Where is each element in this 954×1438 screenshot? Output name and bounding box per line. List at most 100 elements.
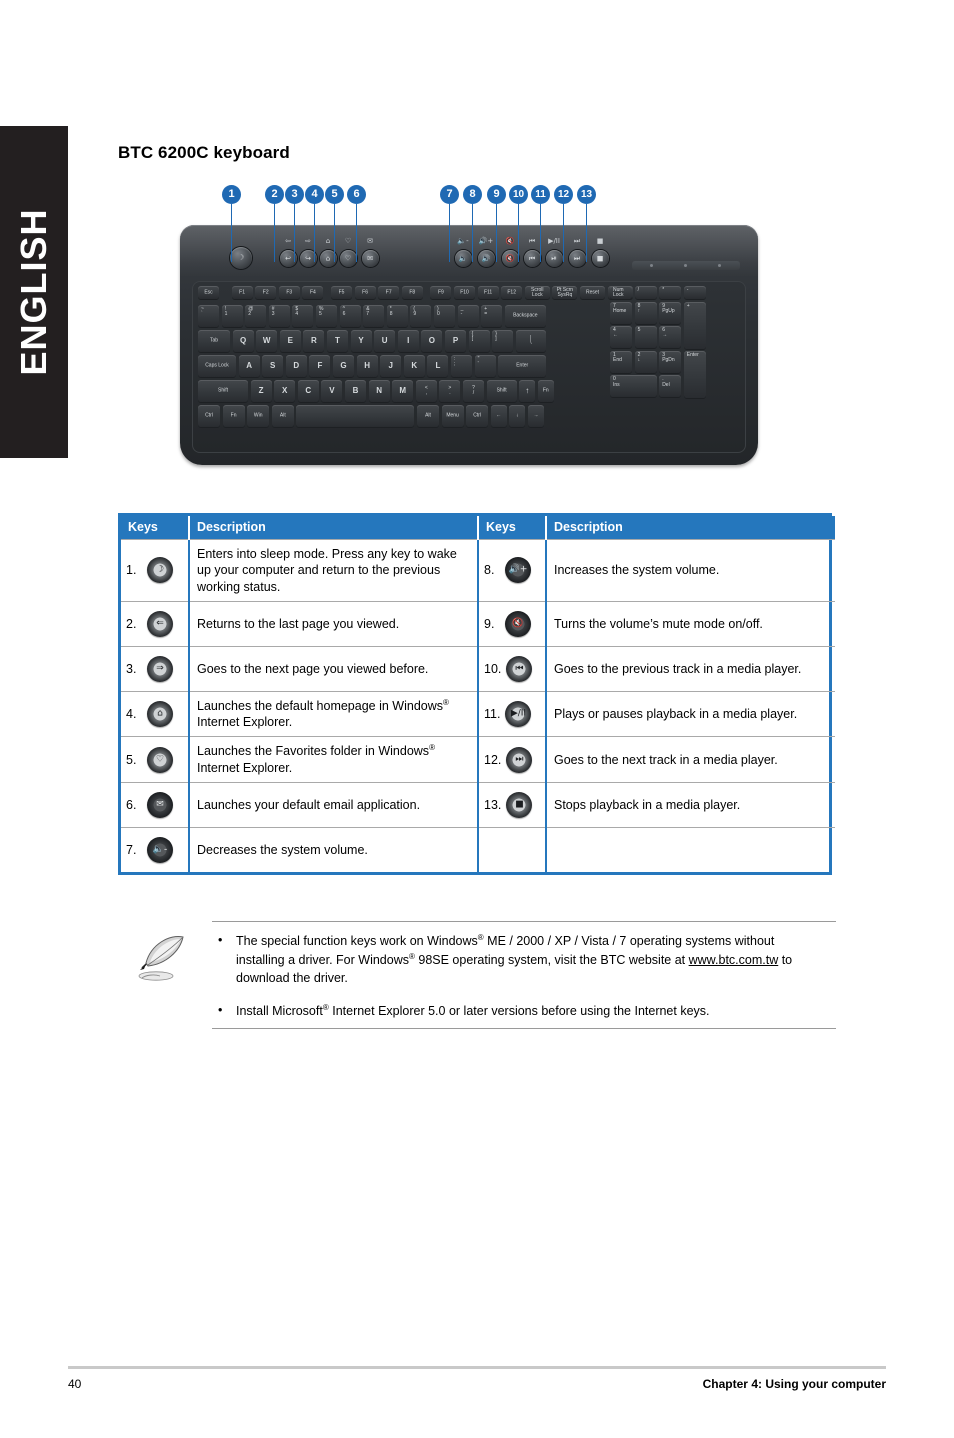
keycap-R[interactable]: R [303,330,325,352]
numpad-key-+[interactable]: + [683,301,706,349]
numpad-key-8-↑[interactable]: 8 ↑ [634,301,657,324]
keycap-?-/[interactable]: ? / [463,380,484,402]
keycap-U[interactable]: U [374,330,396,352]
keycap-}-][interactable]: } ] [492,330,514,352]
keyboard-hotkey-9[interactable]: 🔇 [501,250,519,267]
keycap-T[interactable]: T [327,330,348,352]
keycap-↓[interactable]: ↓ [509,405,526,427]
keyboard-hotkey-6[interactable]: ✉ [361,250,379,267]
keyboard-hotkey-1[interactable]: ☽ [230,247,252,269]
keycap-~-`[interactable]: ~ ` [198,305,219,327]
keycap-I[interactable]: I [397,330,419,352]
keycap-F1[interactable]: F1 [231,286,253,299]
keycap-Pt Scrn-SysRq[interactable]: Pt Scrn SysRq [552,286,578,299]
keycap-Alt[interactable]: Alt [417,405,439,427]
keycap-_--[interactable]: _ - [457,305,479,327]
keycap-Tab[interactable]: Tab [198,330,230,352]
numpad-key--[interactable]: - [683,286,706,299]
keycap-A[interactable]: A [238,355,260,377]
keycap-Y[interactable]: Y [350,330,372,352]
keycap-F3[interactable]: F3 [278,286,300,299]
numpad-key-*[interactable]: * [659,286,682,299]
numpad-key-Enter[interactable]: Enter [683,350,706,398]
keycap-Menu[interactable]: Menu [441,405,464,427]
keycap-*-8[interactable]: * 8 [386,305,408,327]
keycap-F2[interactable]: F2 [255,286,277,299]
keycap-F4[interactable]: F4 [302,286,324,299]
keycap-N[interactable]: N [368,380,390,402]
keyboard-hotkey-10[interactable]: ⏮ [523,250,541,267]
numpad-key-6-→[interactable]: 6 → [659,326,682,349]
numpad-key-5[interactable]: 5 [634,326,657,349]
keycap-K[interactable]: K [403,355,425,377]
keycap-:-;[interactable]: : ; [451,355,472,377]
keycap-|-\[interactable]: | \ [515,330,546,352]
keycap-Fn[interactable]: Fn [537,380,554,402]
numpad-key-7-Home[interactable]: 7 Home [610,301,632,324]
keycap-^-6[interactable]: ^ 6 [339,305,361,327]
keycap-+-=[interactable]: + = [481,305,503,327]
keycap-O[interactable]: O [421,330,443,352]
keycap-F7[interactable]: F7 [378,286,400,299]
numpad-key-9-PgUp[interactable]: 9 PgUp [659,301,682,324]
keycap-M[interactable]: M [392,380,414,402]
keycap-P[interactable]: P [445,330,466,352]
keycap-"-'[interactable]: " ' [474,355,496,377]
keycap-<-,[interactable]: < , [415,380,437,402]
keycap-Reset[interactable]: Reset [580,286,605,299]
keycap-Alt[interactable]: Alt [271,405,294,427]
btc-website-link[interactable]: www.btc.com.tw [689,953,779,967]
keycap-↑[interactable]: ↑ [519,380,536,402]
keycap-Q[interactable]: Q [232,330,254,352]
keycap-Win[interactable]: Win [247,405,270,427]
keycap-B[interactable]: B [345,380,366,402]
keycap-Shift[interactable]: Shift [198,380,248,402]
keycap-Esc[interactable]: Esc [198,286,219,299]
numpad-key-0-Ins[interactable]: 0 Ins [610,375,657,398]
keyboard-hotkey-11[interactable]: ⏯ [545,250,563,267]
keycap-F12[interactable]: F12 [501,286,523,299]
keycap-$-4[interactable]: $ 4 [292,305,314,327]
keycap-@-2[interactable]: @ 2 [245,305,267,327]
keyboard-hotkey-5[interactable]: ♡ [339,250,357,267]
keycap-F8[interactable]: F8 [401,286,423,299]
keycap-X[interactable]: X [274,380,296,402]
keycap-{-[[interactable]: { [ [468,330,490,352]
keycap-L[interactable]: L [427,355,449,377]
keycap-Ctrl[interactable]: Ctrl [466,405,489,427]
keyboard-hotkey-13[interactable]: ■ [591,250,609,267]
keycap-W[interactable]: W [256,330,278,352]
keycap-C[interactable]: C [297,380,319,402]
keycap-F10[interactable]: F10 [454,286,475,299]
keycap-Scroll-Lock[interactable]: Scroll Lock [524,286,550,299]
keycap-←[interactable]: ← [490,405,507,427]
keycap->-.[interactable]: > . [439,380,461,402]
keyboard-hotkey-7[interactable]: 🔈 [454,250,472,267]
keycap-!-1[interactable]: ! 1 [221,305,243,327]
keycap-Enter[interactable]: Enter [498,355,547,377]
keycap-)-0[interactable]: ) 0 [434,305,455,327]
keycap-G[interactable]: G [333,355,354,377]
keycap-space[interactable] [296,405,415,427]
numpad-key-3-PgDn[interactable]: 3 PgDn [659,350,682,373]
keyboard-hotkey-8[interactable]: 🔊 [477,250,495,267]
keycap-V[interactable]: V [321,380,343,402]
numpad-key-2-↓[interactable]: 2 ↓ [634,350,657,373]
keycap-F[interactable]: F [309,355,331,377]
numpad-key-1-End[interactable]: 1 End [610,350,632,373]
numpad-key-.-Del[interactable]: . Del [659,375,682,398]
keycap-F5[interactable]: F5 [331,286,352,299]
keycap-F6[interactable]: F6 [354,286,376,299]
keycap-Shift[interactable]: Shift [486,380,517,402]
keycap-D[interactable]: D [285,355,307,377]
keycap-&-7[interactable]: & 7 [363,305,385,327]
keycap-Fn[interactable]: Fn [222,405,245,427]
numpad-key-/[interactable]: / [634,286,657,299]
keycap-F9[interactable]: F9 [430,286,452,299]
keycap-F11[interactable]: F11 [477,286,499,299]
keycap-E[interactable]: E [279,330,301,352]
keycap-J[interactable]: J [380,355,402,377]
keycap-H[interactable]: H [356,355,378,377]
keycap-→[interactable]: → [528,405,544,427]
keycap-S[interactable]: S [262,355,284,377]
